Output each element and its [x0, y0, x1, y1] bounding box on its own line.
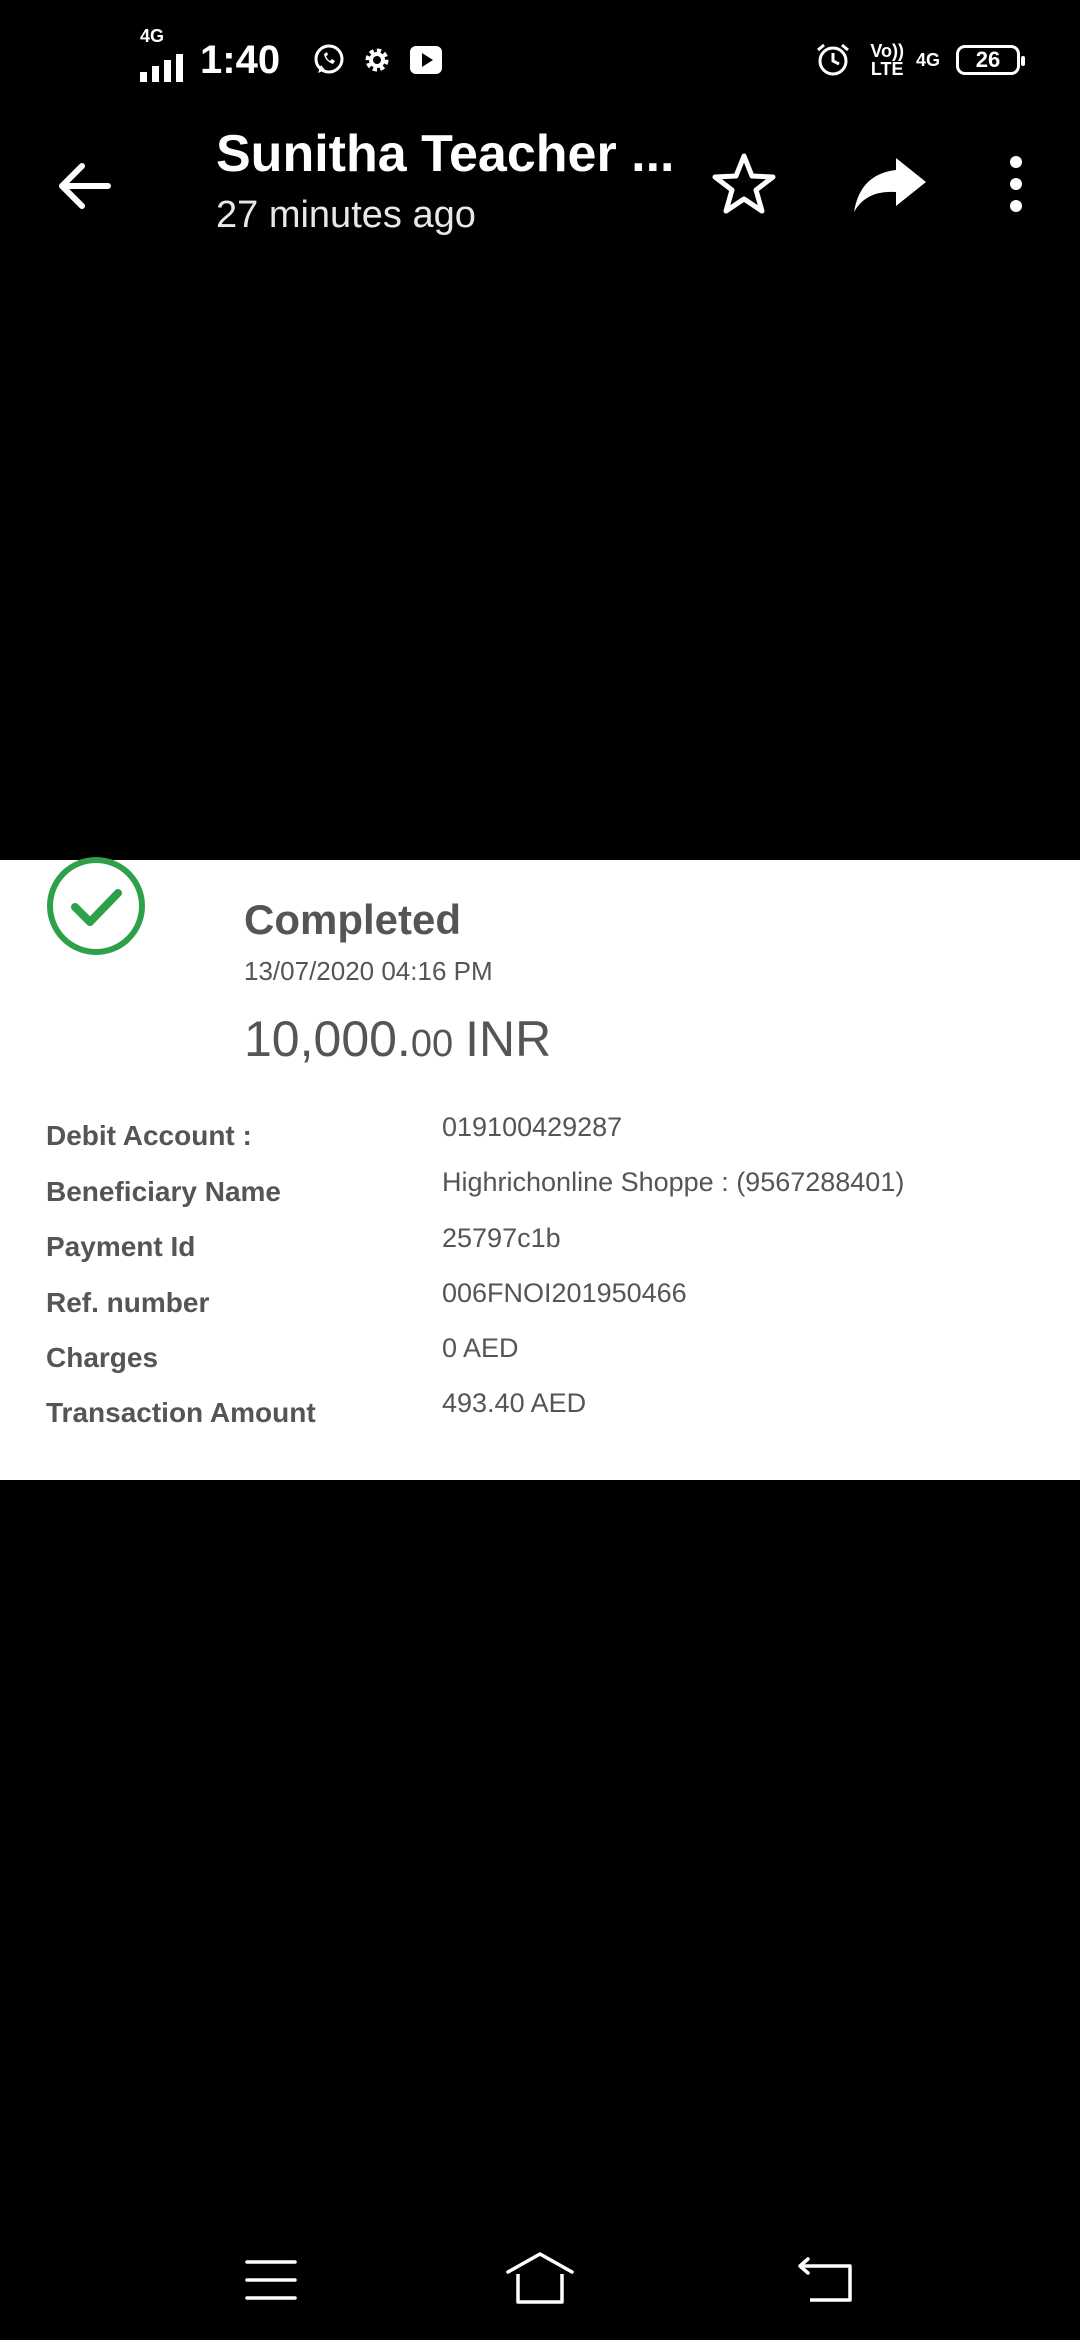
chat-title[interactable]: Sunitha Teacher ... — [216, 124, 676, 184]
amount-decimal: 00 — [410, 1023, 454, 1065]
share-icon[interactable] — [850, 148, 930, 220]
volte-indicator: Vo)) LTE — [870, 42, 904, 78]
payment-id-value: 25797c1b — [442, 1223, 561, 1253]
transaction-datetime: 13/07/2020 04:16 PM — [244, 956, 493, 986]
app-bar: Sunitha Teacher ... 27 minutes ago — [0, 120, 1080, 250]
ref-number-value: 006FNOI201950466 — [442, 1278, 687, 1308]
charges-value: 0 AED — [442, 1333, 519, 1363]
clock: 1:40 — [200, 37, 281, 82]
network-4g-label: 4G — [915, 49, 940, 70]
beneficiary-name-value: Highrichonline Shoppe : (9567288401) — [442, 1167, 905, 1197]
home-icon[interactable] — [504, 2250, 576, 2306]
status-bar: 4G 1:40 Vo)) LTE 4G 26 — [0, 0, 1080, 120]
status-left: 4G 1:40 — [140, 26, 444, 92]
more-vertical-icon[interactable] — [996, 148, 1036, 220]
beneficiary-name-label: Beneficiary Name — [46, 1176, 282, 1207]
battery-icon: 26 — [956, 45, 1025, 75]
amount-whole: 10,000. — [244, 1011, 411, 1067]
message-timestamp: 27 minutes ago — [216, 194, 476, 236]
menu-icon[interactable] — [244, 2258, 298, 2302]
gear-icon — [365, 48, 389, 72]
system-nav-bar — [0, 2230, 1080, 2340]
whatsapp-icon — [314, 44, 344, 74]
alarm-icon — [817, 43, 850, 76]
battery-level: 26 — [975, 47, 1001, 72]
transaction-amount-label: Transaction Amount — [46, 1397, 316, 1428]
back-icon[interactable] — [796, 2256, 856, 2304]
amount-currency: INR — [465, 1011, 552, 1067]
payment-id-label: Payment Id — [46, 1231, 196, 1262]
check-circle-icon — [47, 857, 145, 955]
volte-bottom-label: LTE — [870, 59, 904, 79]
ref-number-label: Ref. number — [46, 1287, 210, 1318]
transaction-status: Completed — [244, 896, 462, 943]
star-icon[interactable] — [708, 148, 780, 220]
transaction-amount-value: 493.40 AED — [442, 1388, 587, 1418]
volte-top-label: Vo)) — [870, 41, 904, 61]
debit-account-value: 019100429287 — [442, 1112, 623, 1142]
debit-account-label: Debit Account : — [46, 1120, 252, 1151]
youtube-icon — [410, 46, 443, 74]
transaction-amount: 10,000.00 INR — [244, 1010, 551, 1068]
network-type-label: 4G — [140, 26, 165, 46]
signal-icon: 4G — [140, 26, 192, 82]
arrow-left-icon[interactable] — [48, 150, 120, 222]
status-right: Vo)) LTE 4G 26 — [814, 28, 1025, 92]
charges-label: Charges — [46, 1342, 159, 1373]
